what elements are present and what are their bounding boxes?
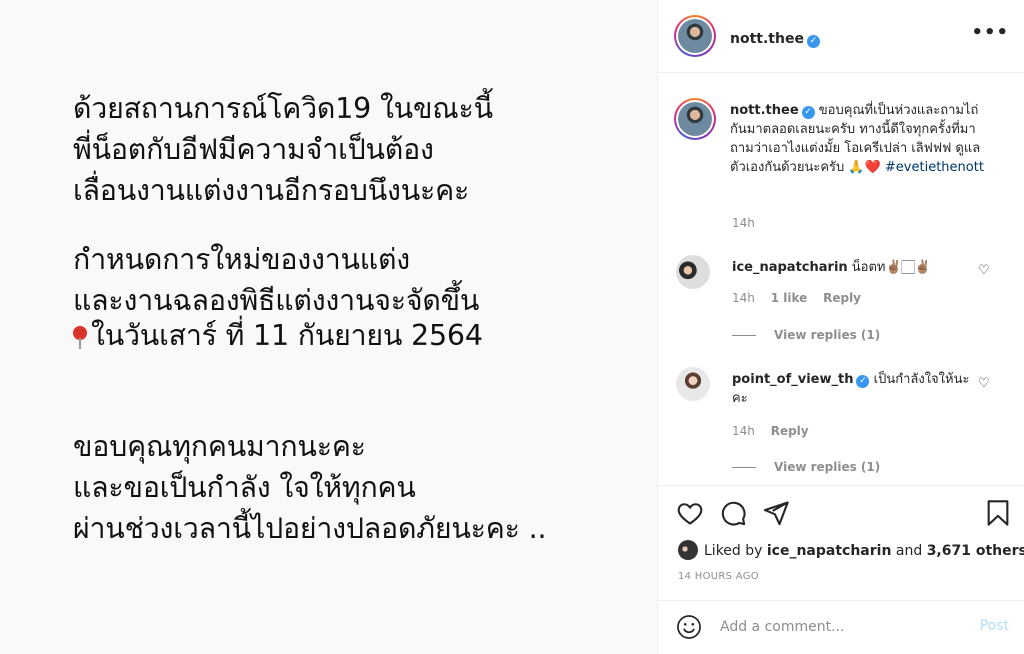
post-text-line: ผ่านช่วงเวลานี้ไปอย่างปลอดภัยนะคะ .. [73, 512, 547, 545]
comment-avatar[interactable] [676, 367, 710, 401]
post-text-line-with-pin: ในวันเสาร์ ที่ 11 กันยายน 2564 [73, 318, 483, 354]
comment-time[interactable]: 14h [732, 424, 755, 438]
comment-avatar[interactable] [676, 255, 710, 289]
comment: ice_napatcharin น็อตท✌🏽🏻✌🏽 [732, 258, 972, 277]
caption-hashtag[interactable]: #evetiethenott [885, 160, 984, 175]
view-replies-label: View replies (1) [774, 328, 881, 342]
post-timestamp[interactable]: 14 HOURS AGO [678, 571, 759, 582]
likes-middle: and [895, 543, 923, 559]
add-comment-bar: Post [658, 600, 1024, 654]
share-paper-plane-icon[interactable] [762, 499, 790, 527]
post-comment-button[interactable]: Post [980, 618, 1009, 634]
comment-bubble-icon[interactable] [719, 499, 747, 527]
likes-prefix: Liked by [704, 543, 763, 559]
author-name-row: nott.thee ✓ [730, 28, 820, 48]
post-image[interactable]: ด้วยสถานการณ์โควิด19 ในขณะนี้ พี่น็อตกับ… [0, 0, 657, 654]
comments-list[interactable]: nott.thee ✓ ขอบคุณที่เป็นห่วงและถามไถ่กัน… [658, 73, 1024, 485]
liker-username[interactable]: ice_napatcharin [767, 543, 892, 559]
add-comment-input[interactable] [720, 617, 960, 637]
verified-badge-icon: ✓ [806, 35, 820, 48]
emoji-smiley-icon[interactable] [676, 614, 702, 640]
post-header: nott.thee ✓ ••• [658, 0, 1024, 73]
comment-likes[interactable]: 1 like [771, 291, 808, 305]
comment: point_of_view_th ✓ เป็นกำลังใจให้นะคะ [732, 370, 972, 408]
post-side-panel: nott.thee ✓ ••• nott.thee ✓ ขอบคุณที่เป็นห… [657, 0, 1024, 654]
like-comment-heart-icon[interactable]: ♡ [978, 263, 990, 278]
save-bookmark-icon[interactable] [984, 499, 1012, 527]
pin-icon [73, 326, 87, 349]
comment-username[interactable]: point_of_view_th [732, 372, 853, 387]
like-comment-heart-icon[interactable]: ♡ [978, 376, 990, 391]
likes-summary: Liked by ice_napatcharin and 3,671 other… [678, 540, 1024, 560]
post-text-line: และงานฉลองพิธีแต่งงานจะจัดขึ้น [73, 284, 480, 317]
post-actions: Liked by ice_napatcharin and 3,671 other… [658, 485, 1024, 600]
view-replies-label: View replies (1) [774, 460, 881, 474]
comment-time[interactable]: 14h [732, 291, 755, 305]
caption: nott.thee ✓ ขอบคุณที่เป็นห่วงและถามไถ่กัน… [730, 101, 992, 177]
verified-badge-icon: ✓ [856, 375, 870, 388]
comment-meta: 14h 1 like Reply [732, 291, 873, 305]
caption-meta: 14h [732, 216, 767, 230]
reply-button[interactable]: Reply [771, 424, 809, 438]
comment-meta: 14h Reply [732, 424, 821, 438]
post-text-line: และขอเป็นกำลัง ใจให้ทุกคน [73, 471, 416, 504]
comment-username[interactable]: ice_napatcharin [732, 260, 848, 275]
view-replies-button[interactable]: View replies (1) [732, 460, 880, 474]
author-username[interactable]: nott.thee [730, 31, 804, 47]
post-text-line: ด้วยสถานการณ์โควิด19 ในขณะนี้ [73, 92, 493, 125]
caption-username[interactable]: nott.thee [730, 103, 799, 118]
post-text-line: พี่น็อตกับอีฟมีความจำเป็นต้อง [73, 133, 434, 166]
caption-time[interactable]: 14h [732, 216, 755, 230]
post-text-line: ในวันเสาร์ ที่ 11 กันยายน 2564 [91, 319, 483, 352]
caption-avatar[interactable] [674, 98, 716, 140]
comment-text: น็อตท✌🏽🏻✌🏽 [851, 260, 931, 275]
author-avatar[interactable] [674, 15, 716, 57]
verified-badge-icon: ✓ [801, 106, 815, 119]
more-options-icon[interactable]: ••• [971, 24, 1009, 42]
likes-others-link[interactable]: 3,671 others [927, 543, 1024, 559]
reply-button[interactable]: Reply [823, 291, 861, 305]
post-text-line: ขอบคุณทุกคนมากนะคะ [73, 430, 366, 463]
like-heart-icon[interactable] [676, 499, 704, 527]
liker-avatar[interactable] [678, 540, 698, 560]
post-text-line: กำหนดการใหม่ของงานแต่ง [73, 243, 411, 276]
view-replies-button[interactable]: View replies (1) [732, 328, 880, 342]
post-text-line: เลื่อนงานแต่งงานอีกรอบนึงนะคะ [73, 174, 470, 207]
